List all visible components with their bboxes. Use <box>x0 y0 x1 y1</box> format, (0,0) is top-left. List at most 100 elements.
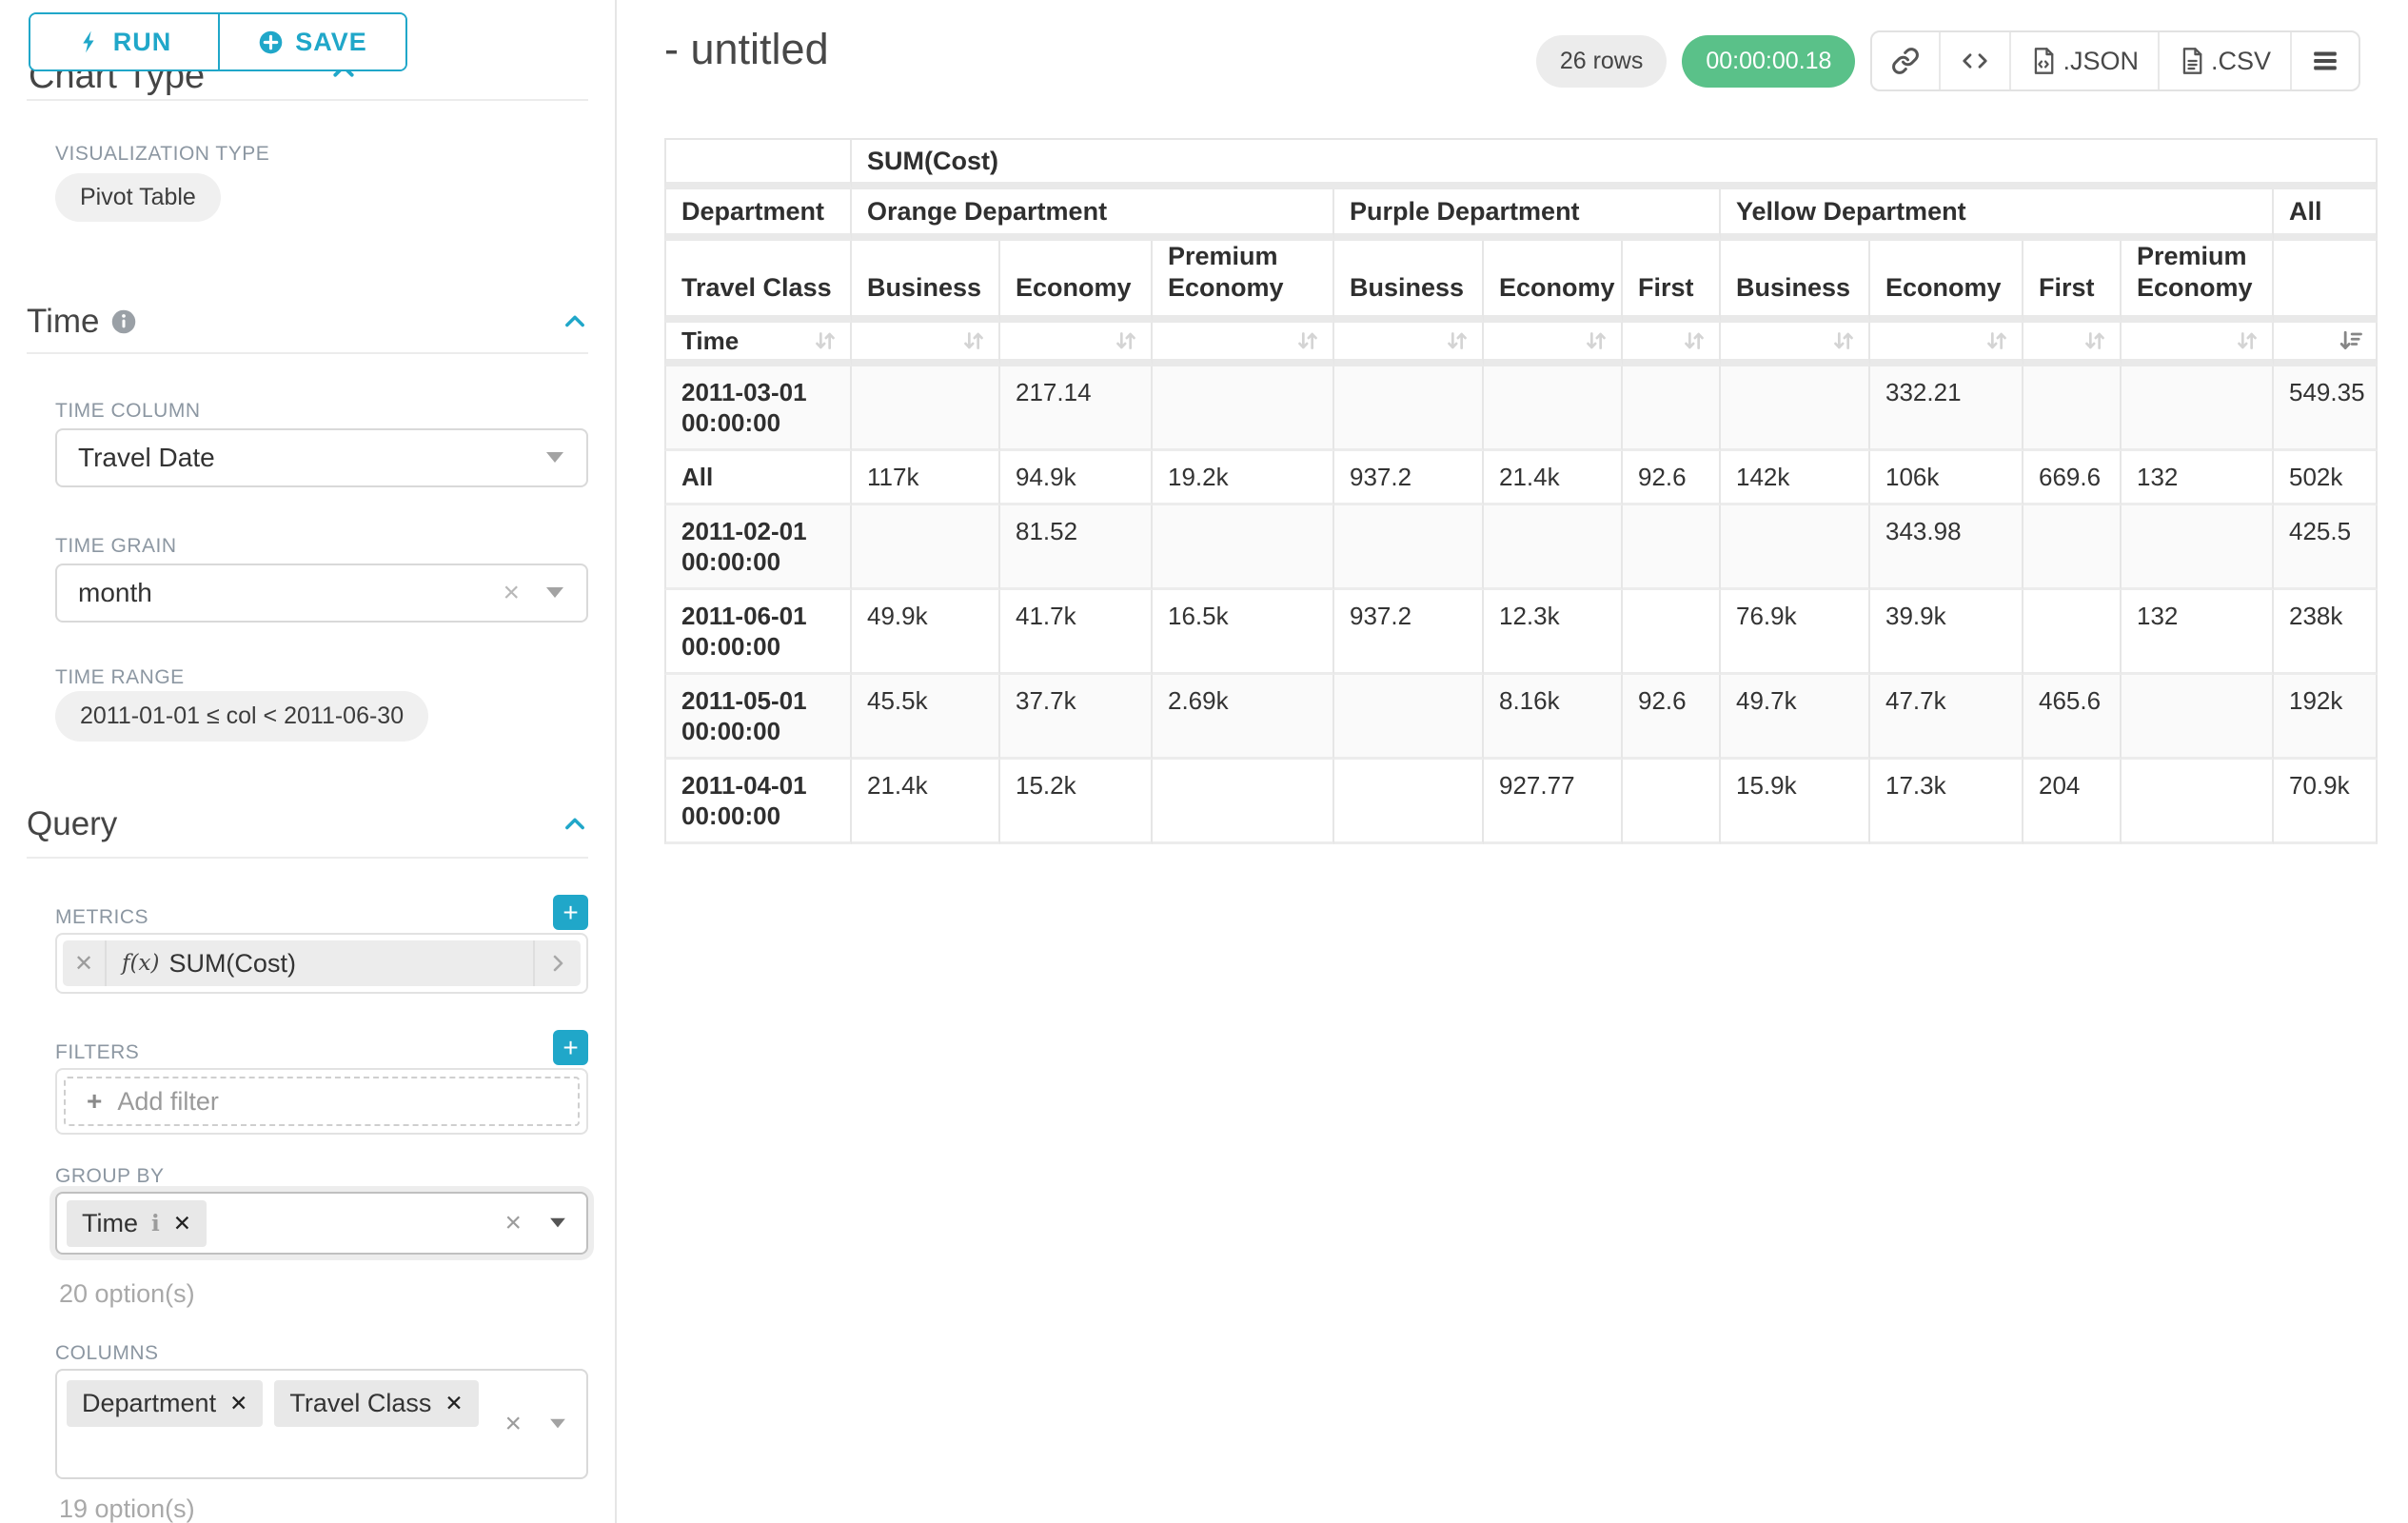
chart-title[interactable]: - untitled <box>664 25 829 74</box>
pivot-cell <box>1623 505 1721 590</box>
export-json-button[interactable]: .JSON <box>2009 32 2158 89</box>
sort-toggle-icon[interactable] <box>1113 327 1139 354</box>
tag-label: Travel Class <box>289 1389 431 1418</box>
metric-name: SUM(Cost) <box>168 949 296 979</box>
time-grain-label: TIME GRAIN <box>55 535 177 558</box>
caret-down-icon[interactable] <box>548 1216 567 1230</box>
sort-toggle-icon[interactable] <box>2082 327 2108 354</box>
remove-tag-icon[interactable]: ✕ <box>229 1391 247 1416</box>
clear-icon[interactable]: × <box>504 1408 522 1440</box>
sort-descending-icon[interactable] <box>2338 327 2364 354</box>
pivot-cell: 132 <box>2122 451 2274 505</box>
clear-icon[interactable]: × <box>504 1207 522 1239</box>
sort-toggle-icon[interactable] <box>1583 327 1609 354</box>
pivot-sort-header[interactable] <box>1623 323 1721 366</box>
sort-toggle-icon[interactable] <box>1681 327 1707 354</box>
divider <box>27 857 588 859</box>
time-range-label: TIME RANGE <box>55 666 185 689</box>
pivot-sort-header[interactable] <box>1484 323 1623 366</box>
pivot-cell: 17.3k <box>1870 760 2023 844</box>
pivot-cell <box>2122 760 2274 844</box>
time-range-pill[interactable]: 2011-01-01 ≤ col < 2011-06-30 <box>55 691 428 742</box>
pivot-cell <box>1623 366 1721 451</box>
share-link-button[interactable] <box>1872 32 1939 89</box>
pivot-row-header: 2011-06-01 00:00:00 <box>664 590 852 675</box>
visualization-type-pill[interactable]: Pivot Table <box>55 173 221 222</box>
selected-option-tag[interactable]: Department✕ <box>67 1380 263 1427</box>
pivot-cell: 47.7k <box>1870 675 2023 760</box>
sort-toggle-icon[interactable] <box>1830 327 1857 354</box>
sort-toggle-icon[interactable] <box>1444 327 1470 354</box>
pivot-sort-header[interactable] <box>2122 323 2274 366</box>
pivot-sort-header[interactable] <box>1000 323 1153 366</box>
time-section-header: Time <box>27 303 588 341</box>
pivot-cell: 45.5k <box>852 675 1000 760</box>
group-by-select[interactable]: Timei✕ × <box>55 1192 588 1255</box>
chart-area: - untitled 26 rows 00:00:00.18 .JSON .CS… <box>619 0 2408 1523</box>
chevron-right-icon[interactable] <box>533 940 581 986</box>
pivot-row-dimension-label: Time <box>681 326 812 356</box>
metric-pill[interactable]: ✕ f(x) SUM(Cost) <box>63 940 581 986</box>
pivot-cell: 37.7k <box>1000 675 1153 760</box>
table-row: 2011-04-01 00:00:0021.4k15.2k927.7715.9k… <box>664 760 2378 844</box>
pivot-sort-header[interactable] <box>2274 323 2378 366</box>
pivot-cell: 217.14 <box>1000 366 1153 451</box>
sort-toggle-icon[interactable] <box>960 327 987 354</box>
pivot-sort-header[interactable]: Time <box>664 323 852 366</box>
sort-toggle-icon[interactable] <box>2234 327 2260 354</box>
metrics-label: METRICS <box>55 906 148 929</box>
time-section-title: Time <box>27 303 99 341</box>
pivot-cell: 70.9k <box>2274 760 2378 844</box>
pivot-sort-header[interactable] <box>1153 323 1334 366</box>
pivot-sort-header[interactable] <box>2023 323 2122 366</box>
pivot-cell <box>1153 505 1334 590</box>
bolt-icon <box>77 30 102 54</box>
pivot-sort-header[interactable] <box>1721 323 1870 366</box>
file-code-icon <box>2030 47 2057 75</box>
pivot-sort-header[interactable] <box>1870 323 2023 366</box>
clear-icon[interactable]: × <box>503 577 520 609</box>
pivot-cell: 15.9k <box>1721 760 1870 844</box>
caret-down-icon[interactable] <box>548 1417 567 1431</box>
columns-hint: 19 option(s) <box>59 1494 195 1523</box>
menu-button[interactable] <box>2290 32 2359 89</box>
pivot-cell <box>1153 760 1334 844</box>
run-button[interactable]: RUN <box>30 14 218 69</box>
columns-select[interactable]: Department✕ Travel Class ✕ × <box>55 1369 588 1479</box>
add-filter-plus-button[interactable]: + <box>553 1030 588 1065</box>
time-column-label: TIME COLUMN <box>55 400 201 423</box>
pivot-cell: 41.7k <box>1000 590 1153 675</box>
caret-down-icon <box>544 585 565 601</box>
collapse-time-icon[interactable] <box>562 308 588 335</box>
pivot-cell: 49.7k <box>1721 675 1870 760</box>
remove-tag-icon[interactable]: ✕ <box>444 1391 463 1416</box>
pivot-cell <box>1334 760 1484 844</box>
hamburger-icon <box>2311 49 2339 73</box>
add-filter-button[interactable]: + Add filter <box>64 1077 580 1126</box>
metric-container: ✕ f(x) SUM(Cost) <box>55 933 588 994</box>
save-button[interactable]: SAVE <box>218 14 405 69</box>
remove-tag-icon[interactable]: ✕ <box>173 1211 191 1236</box>
pivot-class-header: Premium Economy <box>1153 241 1334 323</box>
pivot-sort-header[interactable] <box>852 323 1000 366</box>
sort-toggle-icon[interactable] <box>1294 327 1321 354</box>
selected-option-tag[interactable]: Travel Class ✕ <box>274 1380 478 1427</box>
divider <box>27 352 588 354</box>
selected-option-tag[interactable]: Timei✕ <box>67 1200 207 1247</box>
sort-toggle-icon[interactable] <box>1984 327 2010 354</box>
pivot-cell <box>2023 366 2122 451</box>
time-column-select[interactable]: Travel Date <box>55 428 588 487</box>
pivot-cell <box>1484 505 1623 590</box>
pivot-class-header: Economy <box>1870 241 2023 323</box>
sort-toggle-icon[interactable] <box>812 327 839 354</box>
view-query-button[interactable] <box>1939 32 2009 89</box>
time-grain-select[interactable]: month × <box>55 564 588 623</box>
pivot-cell: 465.6 <box>2023 675 2122 760</box>
pivot-class-header: Economy <box>1000 241 1153 323</box>
add-metric-button[interactable]: + <box>553 895 588 930</box>
pivot-sort-header[interactable] <box>1334 323 1484 366</box>
collapse-query-icon[interactable] <box>562 811 588 838</box>
pivot-row-header: 2011-04-01 00:00:00 <box>664 760 852 844</box>
remove-metric-icon[interactable]: ✕ <box>63 940 107 986</box>
export-csv-button[interactable]: .CSV <box>2158 32 2290 89</box>
